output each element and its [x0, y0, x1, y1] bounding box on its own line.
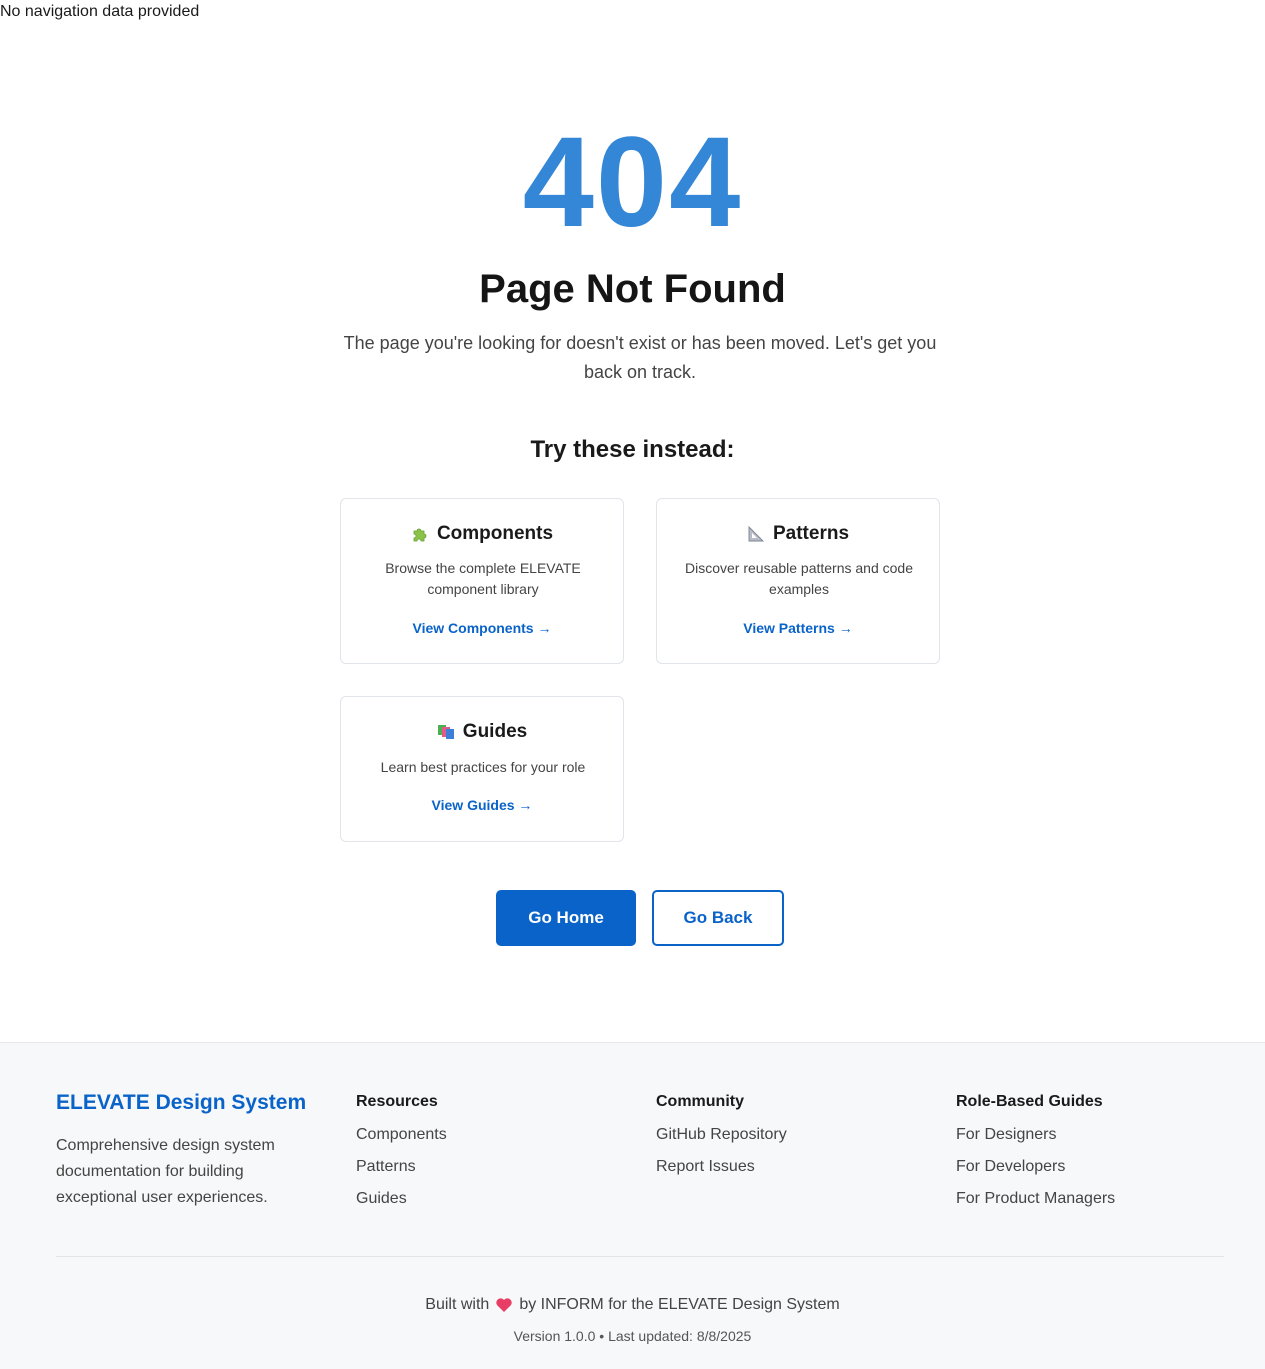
built-suffix: by INFORM for the ELEVATE Design System	[519, 1296, 840, 1313]
footer-column-role-guides: Role-Based Guides For Designers For Deve…	[956, 1093, 1115, 1221]
view-patterns-link[interactable]: View Patterns →	[657, 620, 939, 636]
books-icon	[437, 723, 455, 741]
view-guides-link[interactable]: View Guides →	[341, 797, 623, 813]
card-title: Patterns	[772, 523, 850, 544]
footer-brand-description: Comprehensive design system documentatio…	[56, 1137, 275, 1206]
footer-link-developers[interactable]: For Developers	[956, 1158, 1065, 1175]
footer-column-resources: Resources Components Patterns Guides	[356, 1093, 447, 1221]
built-with-line: Built with by INFORM for the ELEVATE Des…	[0, 1296, 1265, 1314]
footer-link-components[interactable]: Components	[356, 1126, 447, 1143]
card-title: Components	[436, 523, 554, 544]
card-header: Components	[341, 523, 623, 545]
footer-link-guides[interactable]: Guides	[356, 1190, 407, 1207]
go-back-button[interactable]: Go Back	[652, 890, 784, 946]
footer-divider	[56, 1256, 1224, 1257]
card-description: Learn best practices for your role	[380, 759, 586, 775]
suggestion-card-patterns: Patterns Discover reusable patterns and …	[656, 498, 940, 664]
suggestions-heading: Try these instead:	[530, 436, 735, 463]
footer-link-report-issues[interactable]: Report Issues	[656, 1158, 755, 1175]
footer-brand: ELEVATE Design System	[56, 1091, 307, 1114]
triangular-ruler-icon	[747, 525, 765, 543]
card-title: Guides	[462, 721, 528, 742]
footer-column-title: Role-Based Guides	[956, 1093, 1103, 1110]
card-description: Browse the complete ELEVATE component li…	[385, 560, 581, 597]
view-components-link[interactable]: View Components →	[341, 620, 623, 636]
error-code: 404	[522, 111, 743, 254]
card-header: Patterns	[657, 523, 939, 545]
footer-column-community: Community GitHub Repository Report Issue…	[656, 1093, 787, 1189]
footer-column-title: Resources	[356, 1093, 438, 1110]
footer-link-designers[interactable]: For Designers	[956, 1126, 1056, 1143]
card-description: Discover reusable patterns and code exam…	[684, 560, 914, 597]
version-info: Version 1.0.0 • Last updated: 8/8/2025	[513, 1328, 752, 1344]
suggestion-card-guides: Guides Learn best practices for your rol…	[340, 696, 624, 842]
footer-column-title: Community	[656, 1093, 744, 1110]
suggestion-card-components: Components Browse the complete ELEVATE c…	[340, 498, 624, 664]
card-header: Guides	[341, 721, 623, 743]
site-footer: ELEVATE Design System Comprehensive desi…	[0, 1042, 1265, 1369]
not-found-main: 404 Page Not Found The page you're looki…	[0, 0, 1265, 1042]
footer-link-product-managers[interactable]: For Product Managers	[956, 1190, 1115, 1207]
error-description: The page you're looking for doesn't exis…	[343, 333, 937, 382]
built-prefix: Built with	[425, 1296, 490, 1313]
puzzle-piece-icon	[411, 525, 429, 543]
footer-link-github[interactable]: GitHub Repository	[656, 1126, 787, 1143]
go-home-button[interactable]: Go Home	[496, 890, 636, 946]
page-title: Page Not Found	[479, 267, 786, 311]
footer-link-patterns[interactable]: Patterns	[356, 1158, 416, 1175]
heart-icon	[495, 1297, 513, 1313]
